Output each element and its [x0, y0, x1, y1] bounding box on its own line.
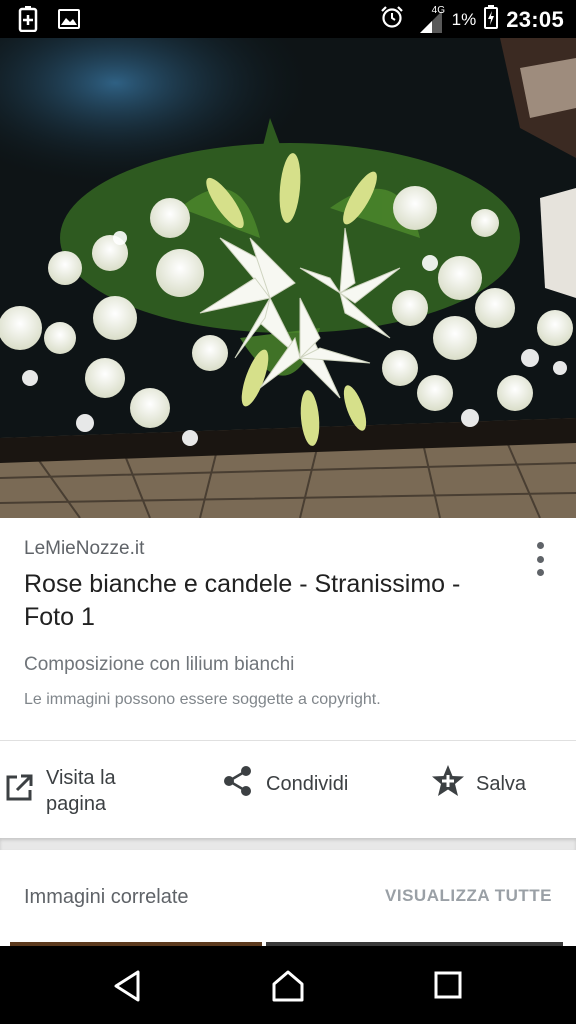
related-images-title: Immagini correlate [24, 886, 189, 908]
battery-icon [484, 5, 499, 34]
save-label: Salva [476, 772, 527, 795]
action-bar: Visita la pagina Condividi Salva [0, 740, 576, 838]
section-divider [0, 838, 576, 850]
share-label: Condividi [266, 772, 349, 795]
result-image[interactable] [0, 38, 576, 518]
visit-page-label: Visita la pagina [46, 767, 116, 815]
result-title[interactable]: Rose bianche e candele - Stranissimo - F… [24, 568, 514, 634]
flower-arrangement-photo [0, 38, 576, 518]
open-external-icon [4, 773, 34, 809]
source-site[interactable]: LeMieNozze.it [24, 538, 144, 560]
visit-page-button[interactable]: Visita la pagina [4, 765, 156, 817]
gallery-icon [58, 9, 80, 34]
recents-icon[interactable] [428, 968, 468, 1004]
navigation-bar [0, 946, 576, 1024]
copyright-notice: Le immagini possono essere soggette a co… [24, 691, 381, 708]
clock: 23:05 [506, 6, 564, 32]
status-bar: 4G 1% 23:05 [0, 0, 576, 38]
battery-saver-icon [18, 6, 38, 37]
star-icon [430, 763, 466, 805]
back-icon[interactable] [108, 968, 148, 1004]
signal-icon: 4G [412, 5, 445, 33]
more-options-icon[interactable] [532, 542, 548, 576]
view-all-link[interactable]: VISUALIZZA TUTTE [385, 886, 552, 906]
result-info-card: LeMieNozze.it Rose bianche e candele - S… [0, 518, 576, 740]
share-button[interactable]: Condividi [222, 765, 348, 803]
alarm-icon [380, 5, 404, 34]
related-images-section: Immagini correlate VISUALIZZA TUTTE [0, 850, 576, 946]
home-icon[interactable] [268, 968, 308, 1004]
save-button[interactable]: Salva [430, 763, 526, 805]
battery-percent: 1% [451, 9, 477, 29]
result-description: Composizione con lilium bianchi [24, 654, 295, 675]
share-icon [222, 765, 254, 803]
